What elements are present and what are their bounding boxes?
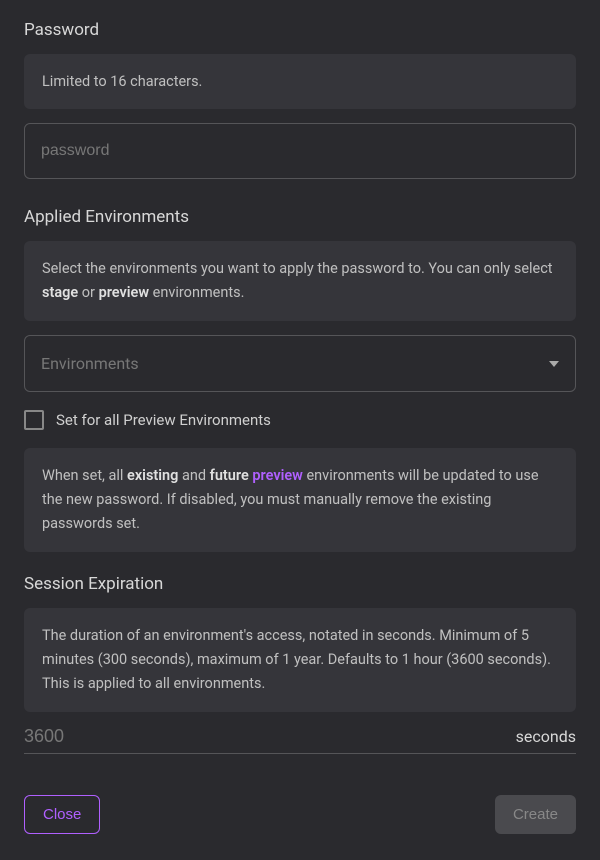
session-duration-row: seconds bbox=[24, 726, 576, 754]
env-hint-suffix: environments. bbox=[149, 284, 244, 301]
environments-hint-box: Select the environments you want to appl… bbox=[24, 241, 576, 321]
preview-hint-box: When set, all existing and future previe… bbox=[24, 448, 576, 552]
session-title: Session Expiration bbox=[24, 574, 576, 594]
env-hint-or: or bbox=[78, 284, 98, 301]
password-section: Password Limited to 16 characters. bbox=[24, 20, 576, 199]
env-hint-stage: stage bbox=[42, 284, 78, 301]
close-button[interactable]: Close bbox=[24, 795, 100, 834]
preview-hint-existing: existing bbox=[127, 467, 178, 484]
session-duration-unit: seconds bbox=[516, 727, 576, 746]
session-duration-input[interactable] bbox=[24, 726, 516, 747]
environments-title: Applied Environments bbox=[24, 207, 576, 227]
session-section: Session Expiration The duration of an en… bbox=[24, 574, 576, 778]
preview-hint-future: future bbox=[210, 467, 249, 484]
password-title: Password bbox=[24, 20, 576, 40]
session-hint-box: The duration of an environment's access,… bbox=[24, 608, 576, 712]
password-hint-box: Limited to 16 characters. bbox=[24, 54, 576, 109]
chevron-down-icon bbox=[549, 361, 559, 367]
preview-checkbox-label: Set for all Preview Environments bbox=[56, 411, 271, 429]
preview-checkbox-row[interactable]: Set for all Preview Environments bbox=[24, 410, 576, 430]
env-hint-preview: preview bbox=[99, 284, 150, 301]
password-input[interactable] bbox=[24, 123, 576, 179]
create-button[interactable]: Create bbox=[495, 795, 576, 834]
preview-checkbox[interactable] bbox=[24, 410, 44, 430]
preview-link[interactable]: preview bbox=[252, 467, 303, 484]
preview-hint-and: and bbox=[178, 467, 209, 484]
environments-select-placeholder: Environments bbox=[41, 354, 139, 373]
env-hint-prefix: Select the environments you want to appl… bbox=[42, 260, 553, 277]
preview-hint-1: When set, all bbox=[42, 467, 127, 484]
environments-section: Applied Environments Select the environm… bbox=[24, 207, 576, 566]
environments-select[interactable]: Environments bbox=[24, 335, 576, 392]
dialog-footer: Close Create bbox=[24, 795, 576, 840]
